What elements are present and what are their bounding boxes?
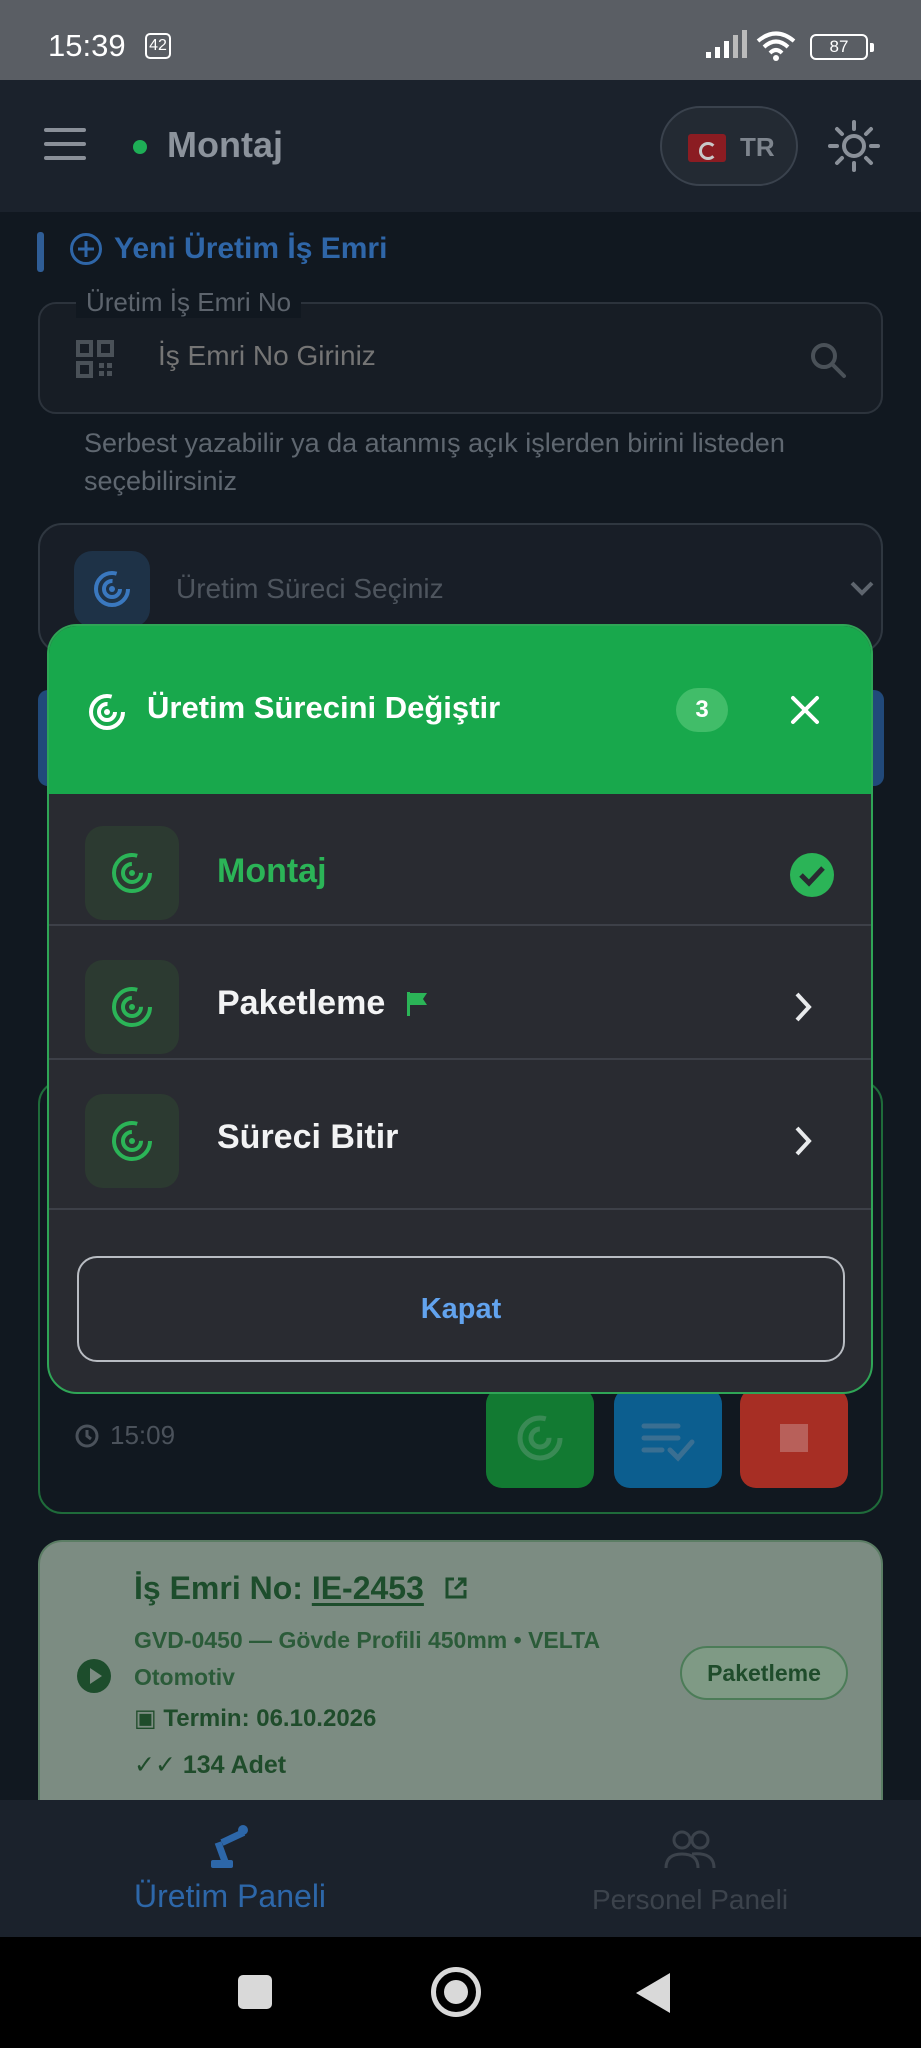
system-navigation-bar [0,1937,921,2048]
page-title: Montaj [167,124,283,165]
turkey-flag-icon [688,134,726,162]
battery-icon: 87 [810,34,874,60]
radar-target-icon [89,694,125,730]
radar-target-icon [112,853,152,893]
order-term: ▣ Termin: 06.10.2026 [134,1704,376,1733]
process-item-label: Süreci Bitir [217,1118,399,1156]
double-check-icon: ✓✓ [134,1751,183,1779]
order-quantity: ✓✓ 134 Adet [134,1750,286,1780]
process-item-paketleme[interactable]: Paketleme [49,928,871,1060]
clock-icon [75,1424,99,1447]
chevron-right-icon [795,1126,812,1156]
radar-target-icon [94,571,130,607]
order-term-text: Termin: 06.10.2026 [163,1705,377,1732]
status-bar: 15:39 42 87 [0,0,921,80]
wifi-icon [756,31,796,61]
process-icon-box [85,1094,179,1188]
stop-icon [780,1424,808,1452]
chevron-right-icon [795,992,812,1022]
process-item-label: Paketleme [217,984,386,1022]
active-card-time: 15:09 [74,1420,175,1451]
helper-text: Serbest yazabilir ya da atanmış açık işl… [84,428,785,496]
section-accent-bar [37,232,44,272]
radar-target-icon [517,1415,563,1461]
change-process-dialog: Üretim Sürecini Değiştir 3 Montaj Paketl… [47,624,873,1394]
nav-production-panel[interactable]: Üretim Paneli [0,1800,460,1937]
close-icon[interactable] [785,690,825,730]
search-icon[interactable] [808,340,848,380]
nav-production-label: Üretim Paneli [133,1878,327,1914]
dialog-title: Üretim Sürecini Değiştir [147,690,501,725]
order-number-link[interactable]: IE-2453 [312,1570,424,1606]
menu-icon[interactable] [44,128,86,162]
flag-icon [407,991,428,1016]
signal-icon [706,30,747,58]
checklist-button[interactable] [614,1388,722,1488]
language-code: TR [740,132,775,162]
dialog-header: Üretim Sürecini Değiştir 3 [49,626,871,794]
notification-count-icon: 42 [145,33,171,59]
change-process-button[interactable] [486,1388,594,1488]
plus-circle-icon [70,233,102,265]
order-quantity-text: 134 Adet [182,1751,287,1779]
close-dialog-button[interactable]: Kapat [77,1256,845,1362]
radar-target-icon [112,987,152,1027]
status-time: 15:39 [48,28,126,63]
process-icon-box [85,826,179,920]
order-title-prefix: İş Emri No: [134,1570,312,1606]
qr-code-icon[interactable] [76,340,114,378]
bottom-navigation: Üretim Paneli Personel Paneli [0,1800,921,1937]
people-icon [664,1830,716,1869]
process-select-placeholder: Üretim Süreci Seçiniz [176,573,444,604]
play-circle-icon [77,1659,111,1693]
section-title-text: Yeni Üretim İş Emri [114,232,388,265]
theme-sun-icon[interactable] [828,120,880,172]
active-card-time-text: 15:09 [110,1420,176,1450]
calendar-icon: ▣ [134,1705,164,1732]
radar-target-icon [112,1121,152,1161]
order-number-label: Üretim İş Emri No [76,287,302,318]
back-button[interactable] [636,1973,670,2013]
order-card-title: İş Emri No: IE-2453 [134,1570,469,1607]
new-order-section-title: Yeni Üretim İş Emri [70,232,387,266]
recents-button[interactable] [238,1975,272,2009]
order-process-badge: Paketleme [680,1646,848,1700]
robot-arm-icon [211,1825,248,1868]
nav-personnel-label: Personel Paneli [591,1884,789,1915]
app-bar: Montaj TR [0,80,921,212]
process-item-label-wrap: Paketleme [217,984,431,1023]
order-number-input[interactable] [158,340,758,372]
process-item-label: Montaj [217,852,327,890]
process-item-montaj[interactable]: Montaj [49,794,871,926]
home-button[interactable] [431,1967,481,2017]
language-button[interactable]: TR [660,106,798,186]
order-description: GVD-0450 — Gövde Profili 450mm • VELTA O… [134,1627,600,1690]
process-select-icon-box [74,551,150,627]
chevron-down-icon [850,581,874,596]
process-icon-box [85,960,179,1054]
stop-button[interactable] [740,1388,848,1488]
external-link-icon[interactable] [443,1575,469,1601]
online-status-dot [133,140,147,154]
checklist-icon [641,1423,695,1462]
nav-personnel-panel[interactable]: Personel Paneli [460,1800,920,1937]
order-number-field [38,302,883,414]
process-item-finish[interactable]: Süreci Bitir [49,1062,871,1210]
check-circle-icon [790,853,834,897]
process-count-badge: 3 [676,688,728,732]
